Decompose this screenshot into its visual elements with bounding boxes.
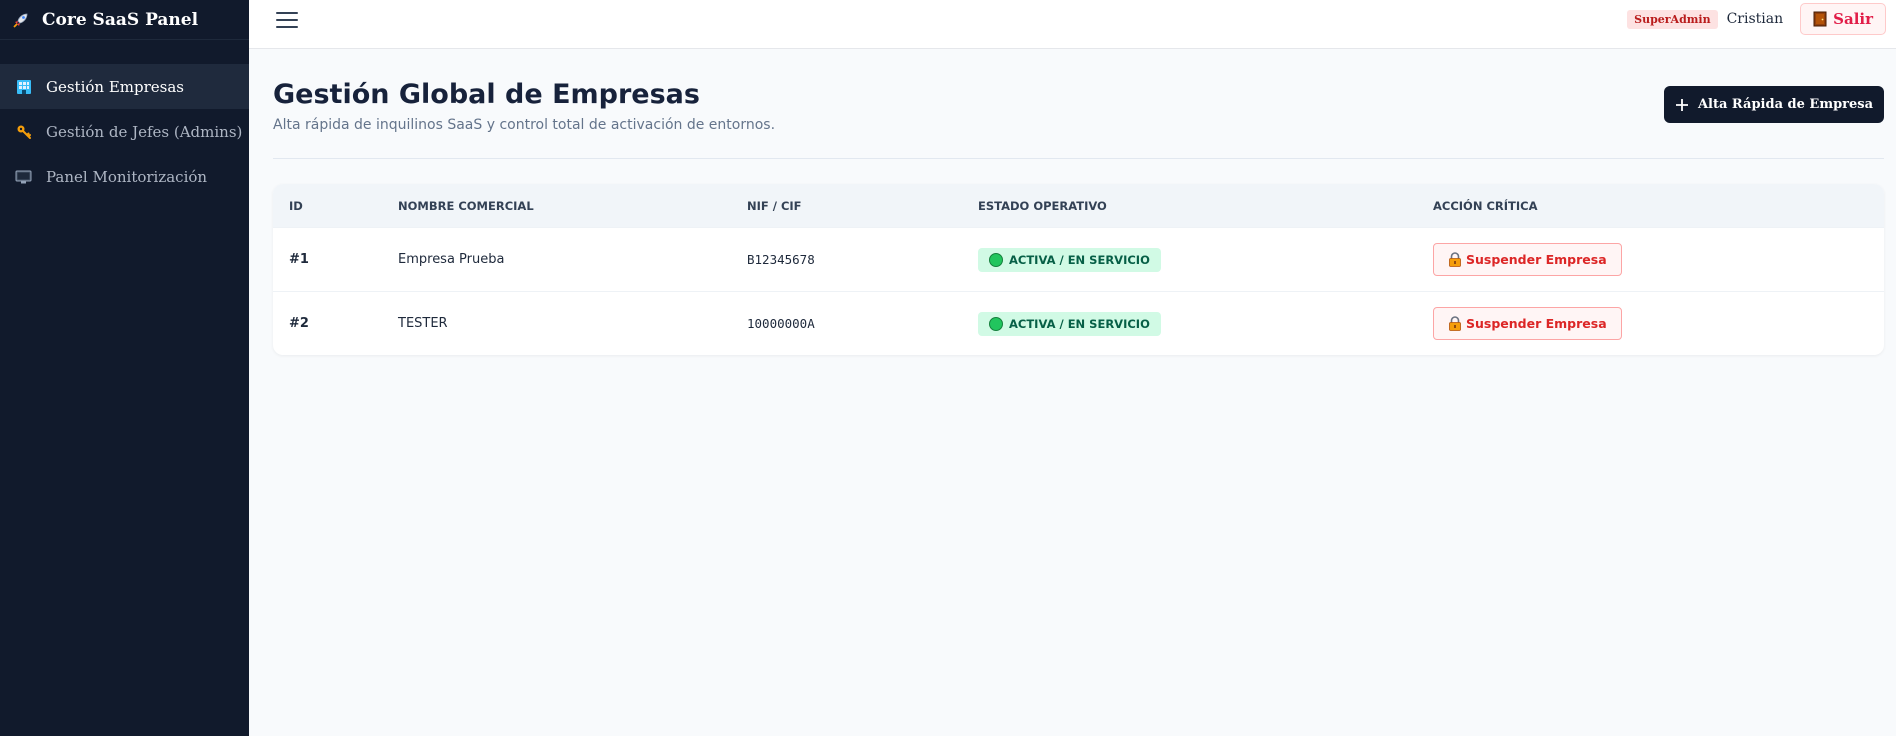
sidebar: Core SaaS Panel Gestión Empresas Gestión… <box>0 0 249 736</box>
page-header: Gestión Global de Empresas Alta rápida d… <box>273 49 1884 159</box>
suspend-label: Suspender Empresa <box>1466 252 1607 267</box>
table-row: #2 TESTER 10000000A ACTIVA / EN SERVICIO <box>273 291 1884 355</box>
row-action: Suspender Empresa <box>1433 292 1622 355</box>
building-icon <box>15 78 32 95</box>
companies-table: ID NOMBRE COMERCIAL NIF / CIF ESTADO OPE… <box>273 184 1884 355</box>
alta-rapida-empresa-button[interactable]: Alta Rápida de Empresa <box>1664 86 1884 123</box>
sidebar-nav: Gestión Empresas Gestión de Jefes (Admin… <box>0 64 249 199</box>
lock-icon <box>1448 252 1462 267</box>
column-header-estado: ESTADO OPERATIVO <box>978 198 1107 213</box>
suspend-label: Suspender Empresa <box>1466 316 1607 331</box>
page-subtitle: Alta rápida de inquilinos SaaS y control… <box>273 117 776 133</box>
row-status: ACTIVA / EN SERVICIO <box>978 292 1161 355</box>
door-icon <box>1813 11 1827 27</box>
column-header-nombre: NOMBRE COMERCIAL <box>398 198 534 213</box>
row-nif: 10000000A <box>747 316 815 331</box>
suspend-company-button[interactable]: Suspender Empresa <box>1433 243 1622 276</box>
status-badge: ACTIVA / EN SERVICIO <box>978 247 1161 272</box>
role-badge: SuperAdmin <box>1627 9 1718 29</box>
table-header: ID NOMBRE COMERCIAL NIF / CIF ESTADO OPE… <box>273 184 1884 227</box>
sidebar-item-panel-monitorizacion[interactable]: Panel Monitorización <box>0 154 249 199</box>
row-nif: B12345678 <box>747 252 815 267</box>
primary-button-label: Alta Rápida de Empresa <box>1697 97 1874 112</box>
row-name: Empresa Prueba <box>398 252 505 267</box>
logout-label: Salir <box>1833 10 1873 28</box>
sidebar-item-label: Gestión de Jefes (Admins) <box>46 122 243 141</box>
monitor-icon <box>15 168 32 185</box>
brand: Core SaaS Panel <box>0 0 249 40</box>
sidebar-item-gestion-jefes[interactable]: Gestión de Jefes (Admins) <box>0 109 249 154</box>
column-header-id: ID <box>289 198 303 213</box>
sidebar-item-label: Gestión Empresas <box>46 77 185 96</box>
sidebar-item-gestion-empresas[interactable]: Gestión Empresas <box>0 64 249 109</box>
main-content: Gestión Global de Empresas Alta rápida d… <box>273 49 1884 355</box>
sidebar-item-label: Panel Monitorización <box>46 167 208 186</box>
row-id: #1 <box>289 252 309 267</box>
topbar: SuperAdmin Cristian Salir <box>249 0 1896 49</box>
column-header-accion: ACCIÓN CRÍTICA <box>1433 198 1538 213</box>
logout-button[interactable]: Salir <box>1800 3 1886 35</box>
username: Cristian <box>1726 11 1784 27</box>
status-badge: ACTIVA / EN SERVICIO <box>978 311 1161 336</box>
table-row: #1 Empresa Prueba B12345678 ACTIVA / EN … <box>273 227 1884 291</box>
key-icon <box>15 123 32 140</box>
row-action: Suspender Empresa <box>1433 228 1622 291</box>
app-title: Core SaaS Panel <box>42 9 199 30</box>
status-dot-icon <box>989 252 1003 267</box>
user-area: SuperAdmin Cristian Salir <box>1627 1 1886 37</box>
column-header-nif: NIF / CIF <box>747 198 802 213</box>
lock-icon <box>1448 316 1462 331</box>
hamburger-icon[interactable] <box>276 9 298 31</box>
row-id: #2 <box>289 316 309 331</box>
suspend-company-button[interactable]: Suspender Empresa <box>1433 307 1622 340</box>
plus-icon <box>1675 98 1689 112</box>
page-title: Gestión Global de Empresas <box>273 79 700 110</box>
status-dot-icon <box>989 316 1003 331</box>
status-label: ACTIVA / EN SERVICIO <box>1009 252 1150 267</box>
rocket-icon <box>12 11 30 29</box>
status-label: ACTIVA / EN SERVICIO <box>1009 316 1150 331</box>
row-status: ACTIVA / EN SERVICIO <box>978 228 1161 291</box>
row-name: TESTER <box>398 316 448 331</box>
